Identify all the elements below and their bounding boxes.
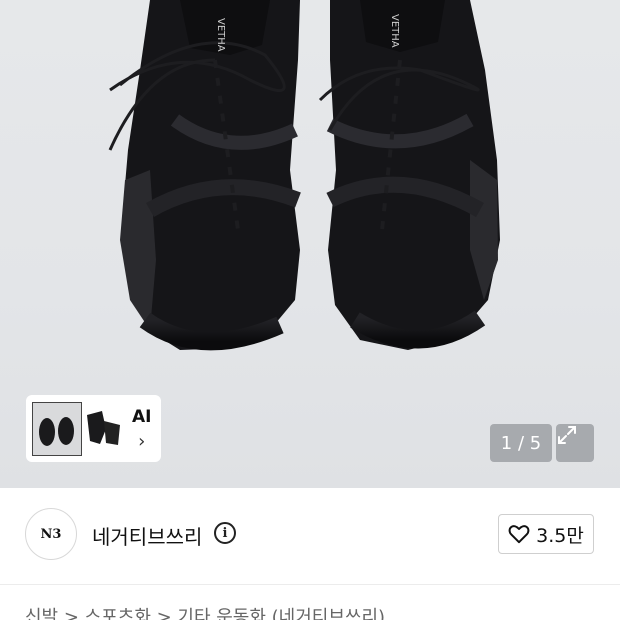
image-thumbnail-strip[interactable]: AI › [26,395,161,462]
expand-icon [558,426,576,444]
like-button[interactable]: 3.5만 [498,514,594,554]
left-shoe: VETHA [108,0,301,351]
ai-label: AI [132,406,152,427]
expand-button[interactable] [556,424,594,462]
image-counter: 1 / 5 [490,424,552,462]
thumbnail-image[interactable] [30,399,124,459]
seller-section: N3 네거티브쓰리 i 3.5만 [0,488,620,584]
divider [0,584,620,585]
breadcrumb[interactable]: 신발 > 스포츠화 > 기타 운동화 (네거티브쓰리) [25,603,385,620]
tongue-text: VETHA [215,18,226,52]
chevron-right-icon[interactable]: › [138,432,145,451]
product-image-gallery[interactable]: VETHA VETHA AI › 1 / 5 [0,0,620,488]
seller-avatar[interactable]: N3 [25,508,77,560]
like-count: 3.5만 [536,524,584,547]
right-shoe: VETHA [318,0,500,350]
heart-icon [508,525,530,544]
tongue-text-right: VETHA [389,14,400,48]
info-icon[interactable]: i [214,522,236,544]
seller-name[interactable]: 네거티브쓰리 [92,521,202,550]
